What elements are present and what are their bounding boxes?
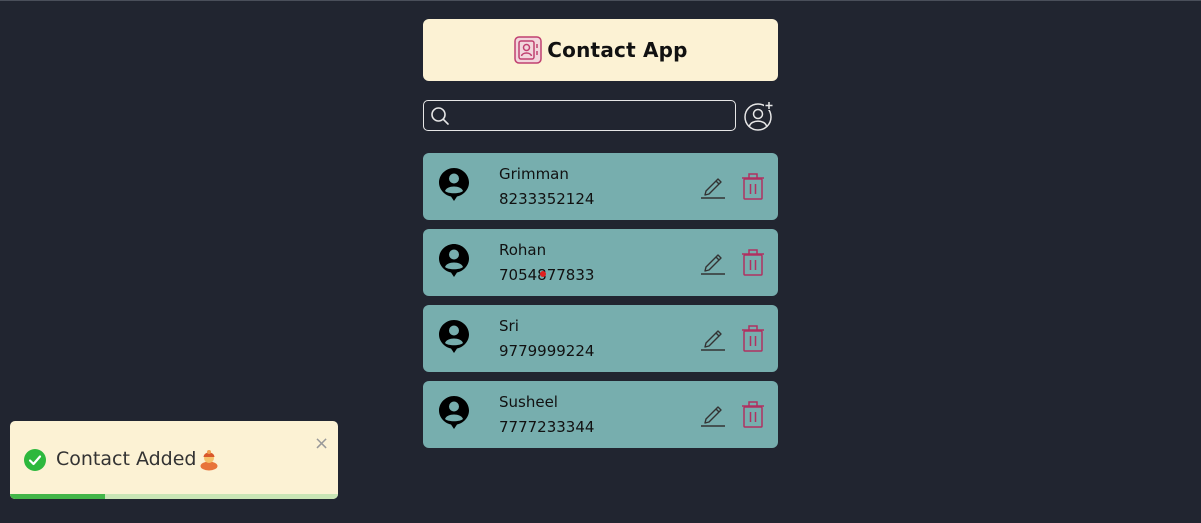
avatar-pin-icon bbox=[438, 167, 470, 203]
search-box[interactable] bbox=[423, 100, 736, 131]
toast-notification[interactable]: Contact Added × bbox=[10, 421, 338, 499]
contact-card: Sri 9779999224 bbox=[423, 305, 778, 372]
check-circle-icon bbox=[24, 449, 46, 471]
delete-button[interactable] bbox=[741, 400, 765, 428]
search-icon bbox=[430, 106, 450, 126]
delete-button[interactable] bbox=[741, 324, 765, 352]
toast-progress-bar bbox=[10, 494, 106, 499]
mouse-cursor-dot bbox=[540, 271, 546, 277]
person-emoji-icon bbox=[199, 449, 219, 471]
trash-icon bbox=[742, 325, 764, 352]
contact-name: Grimman bbox=[499, 165, 569, 183]
contact-phone: 7054877833 bbox=[499, 266, 595, 284]
contact-name: Susheel bbox=[499, 393, 558, 411]
contact-card: Susheel 7777233344 bbox=[423, 381, 778, 448]
app-title: Contact App bbox=[547, 38, 688, 62]
avatar-pin-icon bbox=[438, 395, 470, 431]
edit-button[interactable] bbox=[700, 325, 726, 351]
delete-button[interactable] bbox=[741, 248, 765, 276]
toast-message: Contact Added bbox=[56, 448, 197, 470]
pencil-icon bbox=[701, 254, 725, 275]
edit-button[interactable] bbox=[700, 249, 726, 275]
toast-close-button[interactable]: × bbox=[314, 435, 329, 453]
add-user-icon bbox=[744, 101, 774, 131]
pencil-icon bbox=[701, 406, 725, 427]
search-row bbox=[423, 100, 778, 134]
contact-app: Contact App Grimman 8233352124 Rohan 705… bbox=[423, 19, 778, 457]
avatar-pin-icon bbox=[438, 243, 470, 279]
add-contact-button[interactable] bbox=[743, 100, 775, 132]
contact-phone: 8233352124 bbox=[499, 190, 595, 208]
window-top-border bbox=[0, 0, 1201, 1]
contact-list: Grimman 8233352124 Rohan 7054877833 Sri … bbox=[423, 153, 778, 448]
contact-book-icon bbox=[513, 35, 543, 65]
edit-button[interactable] bbox=[700, 401, 726, 427]
pencil-icon bbox=[701, 178, 725, 199]
contact-name: Sri bbox=[499, 317, 519, 335]
delete-button[interactable] bbox=[741, 172, 765, 200]
app-header: Contact App bbox=[423, 19, 778, 81]
search-input[interactable] bbox=[456, 103, 730, 130]
contact-card: Grimman 8233352124 bbox=[423, 153, 778, 220]
trash-icon bbox=[742, 401, 764, 428]
trash-icon bbox=[742, 173, 764, 200]
contact-phone: 7777233344 bbox=[499, 418, 595, 436]
contact-name: Rohan bbox=[499, 241, 547, 259]
avatar-pin-icon bbox=[438, 319, 470, 355]
contact-phone: 9779999224 bbox=[499, 342, 595, 360]
trash-icon bbox=[742, 249, 764, 276]
toast-progress-track bbox=[10, 494, 338, 499]
edit-button[interactable] bbox=[700, 173, 726, 199]
pencil-icon bbox=[701, 330, 725, 351]
contact-card: Rohan 7054877833 bbox=[423, 229, 778, 296]
